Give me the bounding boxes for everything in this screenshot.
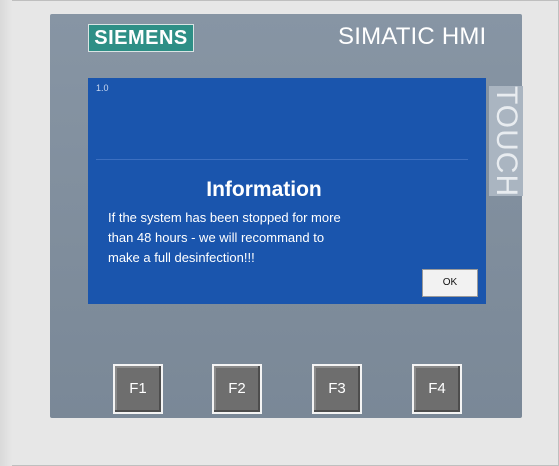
f2-key[interactable]: F2	[212, 364, 262, 414]
message-line: than 48 hours - we will recommand to	[108, 230, 325, 245]
touch-label: TOUCH	[489, 86, 523, 198]
model-label: SIMATIC HMI	[338, 23, 487, 50]
dialog-message: If the system has been stopped for more …	[108, 208, 398, 268]
version-label: 1.0	[96, 83, 109, 93]
ok-button[interactable]: OK	[422, 269, 478, 297]
siemens-logo: SIEMENS	[88, 24, 194, 52]
screen-divider	[96, 159, 468, 160]
f1-key[interactable]: F1	[113, 364, 163, 414]
hmi-touch-screen[interactable]: 1.0 Information If the system has been s…	[88, 78, 486, 304]
f3-key[interactable]: F3	[312, 364, 362, 414]
dialog-title: Information	[206, 178, 322, 201]
f4-key[interactable]: F4	[412, 364, 462, 414]
message-line: If the system has been stopped for more	[108, 210, 341, 225]
message-line: make a full desinfection!!!	[108, 250, 255, 265]
left-bezel-shadow	[0, 0, 12, 466]
